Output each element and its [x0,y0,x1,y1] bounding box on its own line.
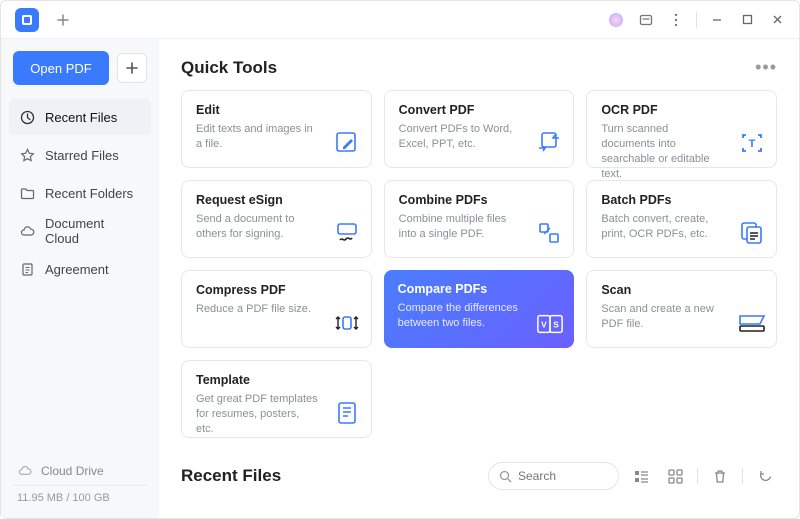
open-pdf-button[interactable]: Open PDF [13,51,109,85]
divider [13,485,147,486]
star-icon [19,147,35,163]
tool-scan[interactable]: Scan Scan and create a new PDF file. [586,270,777,348]
divider [697,468,698,484]
quick-tools-header: Quick Tools ••• [181,57,777,78]
minimize-button[interactable] [703,6,731,34]
tool-template[interactable]: Template Get great PDF templates for res… [181,360,372,438]
tool-title: OCR PDF [601,103,762,117]
title-bar-left [9,6,77,34]
sidebar-nav: Recent Files Starred Files Recent Folder… [9,99,151,287]
svg-text:T: T [749,138,756,150]
tool-edit[interactable]: Edit Edit texts and images in a file. [181,90,372,168]
search-box[interactable] [488,462,619,490]
nav-recent-files[interactable]: Recent Files [9,99,151,135]
quick-tools-grid: Edit Edit texts and images in a file. Co… [181,90,777,438]
tool-title: Compare PDFs [398,282,561,296]
maximize-button[interactable] [733,6,761,34]
cloud-icon [17,463,33,479]
document-icon [19,261,35,277]
view-list-button[interactable] [629,464,653,488]
storage-text: 11.95 MB / 100 GB [17,492,143,504]
sidebar-footer: Cloud Drive 11.95 MB / 100 GB [9,457,151,510]
recent-files-header: Recent Files [181,462,777,490]
search-input[interactable] [518,469,608,483]
tool-request-esign[interactable]: Request eSign Send a document to others … [181,180,372,258]
tool-title: Compress PDF [196,283,357,297]
quick-tools-more[interactable]: ••• [755,57,777,78]
tool-compress-pdf[interactable]: Compress PDF Reduce a PDF file size. [181,270,372,348]
esign-icon [333,219,361,247]
tool-convert-pdf[interactable]: Convert PDF Convert PDFs to Word, Excel,… [384,90,575,168]
scan-icon [738,309,766,337]
notifications-icon[interactable] [632,6,660,34]
cloud-drive-link[interactable]: Cloud Drive [17,463,143,479]
nav-agreement[interactable]: Agreement [9,251,151,287]
nav-label: Starred Files [45,148,119,163]
recent-files-toolbar [488,462,777,490]
cloud-drive-label: Cloud Drive [41,464,104,478]
clock-icon [19,109,35,125]
create-button[interactable] [117,53,147,83]
combine-icon [535,219,563,247]
nav-document-cloud[interactable]: Document Cloud [9,213,151,249]
delete-button[interactable] [708,464,732,488]
close-button[interactable] [763,6,791,34]
recent-files-title: Recent Files [181,466,281,486]
svg-text:V: V [541,320,547,330]
tool-compare-pdfs[interactable]: Compare PDFs Compare the differences bet… [384,270,575,348]
main-content: Quick Tools ••• Edit Edit texts and imag… [159,39,799,518]
edit-icon [333,129,361,157]
view-grid-button[interactable] [663,464,687,488]
convert-icon [535,129,563,157]
cloud-icon [19,223,35,239]
new-tab-button[interactable] [49,6,77,34]
tool-combine-pdfs[interactable]: Combine PDFs Combine multiple files into… [384,180,575,258]
tool-title: Edit [196,103,357,117]
title-bar [1,1,799,39]
nav-recent-folders[interactable]: Recent Folders [9,175,151,211]
tool-title: Scan [601,283,762,297]
quick-tools-title: Quick Tools [181,58,277,78]
template-icon [333,399,361,427]
tool-title: Convert PDF [399,103,560,117]
tool-title: Combine PDFs [399,193,560,207]
ocr-icon: T [738,129,766,157]
compare-icon: VS [536,310,564,338]
tool-title: Template [196,373,357,387]
nav-label: Recent Folders [45,186,133,201]
tool-ocr-pdf[interactable]: OCR PDF Turn scanned documents into sear… [586,90,777,168]
refresh-button[interactable] [753,464,777,488]
account-icon[interactable] [602,6,630,34]
divider [696,12,697,28]
nav-label: Recent Files [45,110,117,125]
divider [742,468,743,484]
sidebar: Open PDF Recent Files Starred Files Rece… [1,39,159,518]
title-bar-right [602,6,791,34]
search-icon [499,470,512,483]
folder-icon [19,185,35,201]
svg-text:S: S [554,320,560,330]
compress-icon [333,309,361,337]
nav-starred-files[interactable]: Starred Files [9,137,151,173]
kebab-menu-icon[interactable] [662,6,690,34]
plus-icon [126,62,138,74]
app-logo[interactable] [15,8,39,32]
tool-title: Batch PDFs [601,193,762,207]
nav-label: Document Cloud [45,216,141,246]
batch-icon [738,219,766,247]
tool-batch-pdfs[interactable]: Batch PDFs Batch convert, create, print,… [586,180,777,258]
nav-label: Agreement [45,262,109,277]
tool-title: Request eSign [196,193,357,207]
